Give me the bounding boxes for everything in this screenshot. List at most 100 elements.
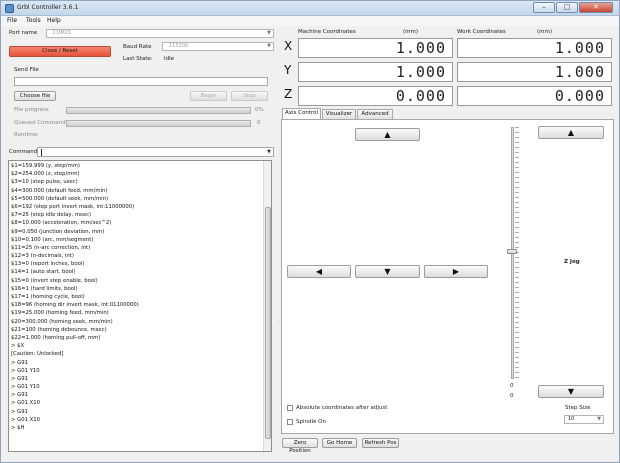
console-line: $19=25.000 (homing feed, mm/min): [11, 310, 109, 317]
file-path-input[interactable]: [14, 77, 268, 86]
console-line: > $X: [11, 343, 25, 350]
menu-bar: File Tools Help: [1, 16, 619, 26]
tab-advanced[interactable]: Advanced: [357, 109, 393, 119]
file-progress-label: File progress: [14, 107, 49, 113]
step-size-select[interactable]: 10 ▼: [564, 415, 604, 424]
menu-tools[interactable]: Tools: [26, 17, 41, 24]
machine-x-display: 1.000: [298, 38, 453, 58]
queued-commands-label: Queued Commands: [14, 120, 69, 126]
axis-y-label: Y: [284, 63, 292, 77]
console-line: $1=159.999 (y, step/mm): [11, 163, 80, 169]
work-z-display: 0.000: [457, 86, 612, 106]
chevron-down-icon: ▼: [597, 416, 601, 422]
console-line: $15=0 (invert step enable, bool): [11, 277, 98, 284]
console-output[interactable]: $1=159.999 (y, step/mm) $2=254.000 (z, st…: [8, 160, 272, 452]
jog-y-minus-button[interactable]: ▼: [355, 265, 420, 278]
console-line: $22=1.000 (homing pull-off, mm): [11, 334, 101, 341]
console-line: $4=300.000 (default feed, mm/min): [11, 187, 108, 194]
machine-coordinates-label: Machine Coordinates: [298, 29, 356, 35]
scrollbar-thumb[interactable]: [265, 207, 271, 439]
window-title: Grbl Controller 3.6.1: [17, 4, 79, 11]
machine-x-value: 1.000: [395, 39, 446, 57]
last-state-value: Idle: [164, 56, 175, 62]
port-select[interactable]: COM21 ▼: [46, 29, 274, 38]
machine-z-value: 0.000: [395, 87, 446, 105]
baud-rate-select[interactable]: 115200 ▼: [162, 42, 274, 51]
work-x-display: 1.000: [457, 38, 612, 58]
step-size-value: 10: [568, 416, 575, 422]
console-line: $11=25 (n-arc correction, int): [11, 244, 91, 251]
maximize-button[interactable]: □: [556, 2, 578, 13]
choose-file-button[interactable]: Choose file: [14, 91, 56, 101]
work-coordinates-label: Work Coordinates: [457, 29, 506, 35]
console-line: > G91: [11, 359, 28, 366]
command-input[interactable]: ▼: [37, 147, 274, 157]
console-line: > G01 X10: [11, 416, 41, 423]
title-bar: Grbl Controller 3.6.1 – □ ✕: [1, 1, 619, 16]
chevron-down-icon: ▼: [267, 30, 271, 36]
port-select-value: COM21: [53, 30, 72, 36]
begin-button[interactable]: Begin: [190, 91, 227, 101]
work-y-display: 1.000: [457, 62, 612, 82]
console-line: $13=0 (report inches, bool): [11, 261, 85, 268]
jog-z-minus-button[interactable]: ▼: [538, 385, 604, 398]
jog-x-minus-button[interactable]: ◀: [287, 265, 351, 278]
queued-commands-value: 0: [257, 120, 261, 126]
console-line: $6=192 (step port invert mask, int:11000…: [11, 203, 135, 210]
file-progress-bar: [66, 107, 251, 114]
menu-file[interactable]: File: [7, 17, 17, 24]
console-line: > G91: [11, 408, 28, 415]
console-line: > G01 Y10: [11, 367, 40, 374]
absolute-coords-checkbox[interactable]: [287, 405, 293, 411]
close-reset-button[interactable]: Close / Reset: [9, 46, 111, 57]
send-file-label: Send File: [14, 67, 39, 73]
console-line: > $H: [11, 425, 25, 431]
console-line: $12=3 (n-decimals, int): [11, 253, 74, 260]
console-line: > G91: [11, 392, 28, 399]
axis-x-label: X: [284, 39, 293, 53]
z-jog-label: Z Jog: [564, 259, 580, 265]
chevron-down-icon: ▼: [267, 149, 271, 155]
console-scrollbar[interactable]: [263, 161, 271, 451]
machine-y-display: 1.000: [298, 62, 453, 82]
console-line: $7=25 (step idle delay, msec): [11, 212, 92, 219]
jog-x-plus-button[interactable]: ▶: [424, 265, 488, 278]
work-unit-label: (mm): [537, 29, 553, 35]
z-slider-max: 0: [510, 393, 514, 399]
console-line: $16=1 (hard limits, bool): [11, 285, 78, 292]
go-home-button[interactable]: Go Home: [322, 438, 357, 448]
absolute-coords-label: Absolute coordinates after adjust: [296, 405, 388, 411]
console-line: $20=300.000 (homing seek, mm/min): [11, 318, 113, 325]
baud-rate-label: Baud Rate: [123, 44, 152, 50]
console-line: > G01 X10: [11, 400, 41, 407]
console-line: $17=1 (homing cycle, bool): [11, 294, 85, 300]
text-cursor: [41, 149, 42, 156]
work-y-value: 1.000: [554, 63, 605, 81]
console-line: $9=0.050 (junction deviation, mm): [11, 228, 105, 235]
menu-help[interactable]: Help: [47, 17, 61, 24]
zero-position-button[interactable]: Zero Position: [282, 438, 318, 454]
console-line: > G01 Y10: [11, 384, 40, 391]
queued-commands-bar: [66, 120, 251, 127]
chevron-down-icon: ▼: [267, 43, 271, 49]
app-window: Grbl Controller 3.6.1 – □ ✕ File Tools H…: [0, 0, 620, 463]
console-lines: $1=159.999 (y, step/mm) $2=254.000 (z, st…: [11, 162, 261, 432]
minimize-button[interactable]: –: [533, 2, 555, 13]
spindle-on-checkbox[interactable]: [287, 419, 293, 425]
jog-y-plus-button[interactable]: ▲: [355, 128, 420, 141]
console-line: > G91: [11, 375, 28, 382]
jog-z-plus-button[interactable]: ▲: [538, 126, 604, 139]
console-line: $3=10 (step pulse, usec): [11, 179, 78, 186]
spindle-on-label: Spindle On: [296, 419, 326, 425]
tab-visualizer[interactable]: Visualizer: [322, 109, 356, 119]
stop-button[interactable]: Stop: [231, 91, 268, 101]
command-label: Command: [9, 149, 38, 155]
runtime-label: Runtime:: [14, 132, 39, 138]
baud-rate-value: 115200: [169, 43, 189, 49]
splitter-handle[interactable]: ⋮: [275, 271, 281, 325]
z-slider-handle[interactable]: [507, 249, 517, 254]
close-window-button[interactable]: ✕: [579, 2, 613, 13]
tab-axis-control[interactable]: Axis Control: [282, 108, 321, 119]
last-state-label: Last State:: [123, 56, 153, 62]
refresh-pos-button[interactable]: Refresh Pos: [362, 438, 399, 448]
